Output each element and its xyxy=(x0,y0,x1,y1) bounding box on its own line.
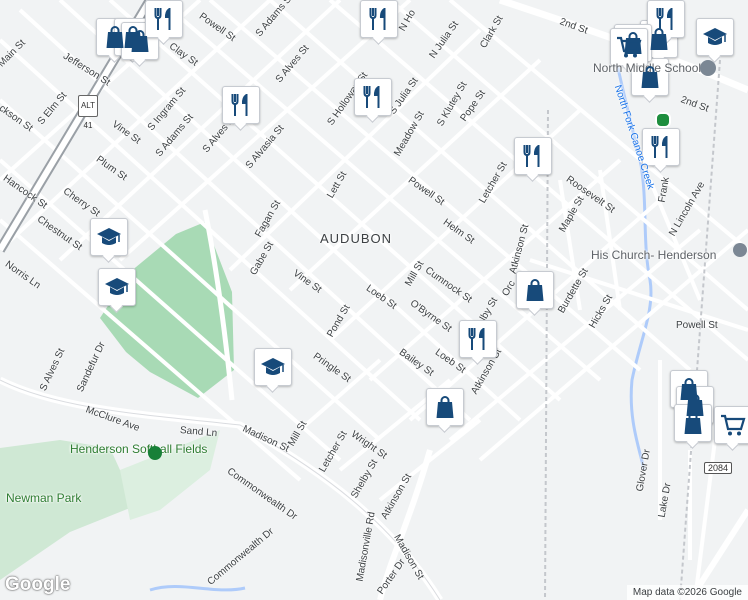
school-icon xyxy=(703,28,727,45)
restaurant-icon xyxy=(656,8,673,30)
restaurant-pin[interactable] xyxy=(222,86,260,124)
restaurant-pin[interactable] xyxy=(642,128,680,166)
shopping-icon xyxy=(526,279,544,301)
alt41-shield-icon: ALT 41 xyxy=(78,95,98,130)
cart-icon xyxy=(617,36,642,58)
school-pin[interactable] xyxy=(98,268,136,306)
shopping-icon xyxy=(641,66,659,88)
google-logo: Google xyxy=(5,574,71,595)
map-canvas[interactable]: Main St Jefferson St ckson St S Elm St Vine … xyxy=(0,0,748,600)
shopping-pin[interactable] xyxy=(516,271,554,309)
school-icon xyxy=(261,358,285,375)
green-place-icon xyxy=(655,112,671,128)
restaurant-icon xyxy=(369,8,386,30)
route-2084-shield-icon: 2084 xyxy=(704,462,733,474)
school-pin[interactable] xyxy=(696,18,734,56)
restaurant-icon xyxy=(523,145,540,167)
shopping-pin[interactable] xyxy=(631,58,669,96)
cart-pin[interactable] xyxy=(610,28,648,66)
church-label: His Church- Henderson xyxy=(591,248,717,262)
restaurant-pin[interactable] xyxy=(514,137,552,175)
street-label: Powell St xyxy=(676,320,718,331)
shopping-icon xyxy=(684,412,702,434)
area-label: AUDUBON xyxy=(320,231,393,246)
softball-fields-label: Henderson Softball Fields xyxy=(70,442,208,456)
cart-icon xyxy=(721,414,746,436)
school-pin[interactable] xyxy=(90,218,128,256)
church-icon xyxy=(733,243,747,257)
softball-park-area xyxy=(0,440,150,580)
school-icon xyxy=(97,228,121,245)
shopping-pin[interactable] xyxy=(674,404,712,442)
shopping-icon xyxy=(436,396,454,418)
restaurant-pin[interactable] xyxy=(459,320,497,358)
park-icon xyxy=(148,446,162,460)
restaurant-icon xyxy=(231,94,248,116)
cart-pin[interactable] xyxy=(714,406,748,444)
restaurant-pin[interactable] xyxy=(647,0,685,38)
restaurant-pin[interactable] xyxy=(360,0,398,38)
school-place-icon xyxy=(700,60,716,76)
newman-park-label: Newman Park xyxy=(6,491,82,505)
school-pin[interactable] xyxy=(254,348,292,386)
restaurant-icon xyxy=(651,136,668,158)
map-attribution[interactable]: Map data ©2026 Google xyxy=(626,585,748,600)
restaurant-icon xyxy=(363,86,380,108)
shopping-pin[interactable] xyxy=(426,388,464,426)
school-icon xyxy=(105,278,129,295)
restaurant-pin[interactable] xyxy=(145,0,183,38)
restaurant-icon xyxy=(154,8,171,30)
water-line xyxy=(149,584,246,592)
restaurant-icon xyxy=(468,328,485,350)
restaurant-pin[interactable] xyxy=(354,78,392,116)
